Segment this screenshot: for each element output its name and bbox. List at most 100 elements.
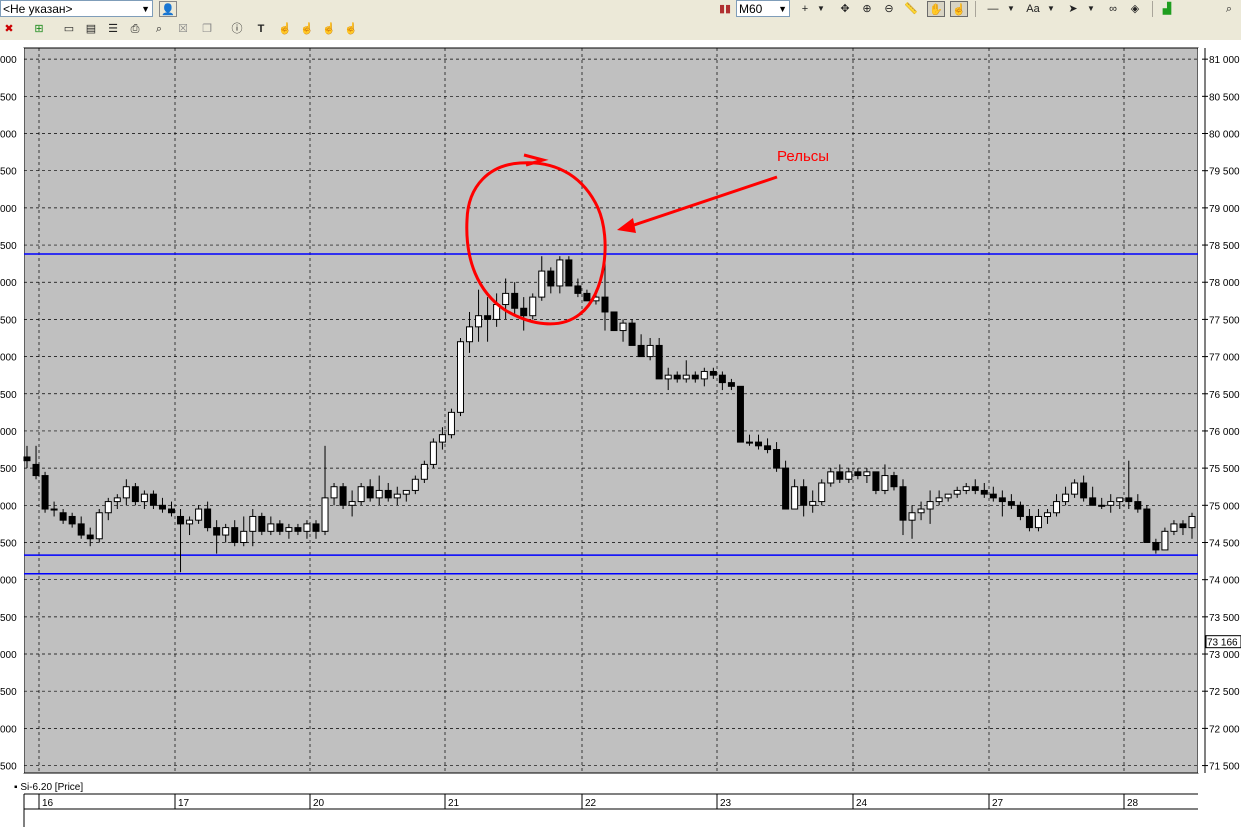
ruler-icon[interactable]: 📏 <box>902 1 920 17</box>
hand-icon[interactable]: ☝ <box>298 21 316 37</box>
timeframe-select[interactable]: M60 ▼ <box>736 0 790 17</box>
candle-body <box>411 478 419 491</box>
candle-body <box>384 489 392 499</box>
y-tick-label: 76 500 <box>1209 390 1240 401</box>
indicator-icon[interactable]: ▟ <box>1158 1 1176 17</box>
y-tick-label: 71 500 <box>1209 762 1240 773</box>
hand-icon[interactable]: ☝ <box>276 21 294 37</box>
user-icon[interactable]: 👤 <box>159 1 177 17</box>
chart-window: 81 000 000 80 500 500 80 000 000 79 500 500 79 0… <box>0 40 1241 827</box>
chart-legend: ▪ Si-6.20 [Price] <box>14 782 83 793</box>
candle-body <box>104 501 112 514</box>
x-tick-label: 27 <box>992 798 1004 809</box>
candle-body <box>357 486 365 503</box>
left-y-tick-label: 000 <box>0 724 17 735</box>
chevron-down-icon[interactable]: ▼ <box>1042 1 1060 17</box>
hand-icon[interactable]: ☝ <box>342 21 360 37</box>
candle-body <box>1116 497 1124 503</box>
left-y-tick-label: 000 <box>0 55 17 66</box>
search-icon[interactable]: ⌕ <box>1220 1 1238 17</box>
move-icon[interactable]: ✥ <box>836 1 854 17</box>
left-axis-strip <box>0 48 24 773</box>
link-icon[interactable]: ∞ <box>1104 1 1122 17</box>
candle-body <box>953 489 961 495</box>
chevron-down-icon[interactable]: ▼ <box>141 1 150 18</box>
y-tick-label: 73 000 <box>1209 650 1240 661</box>
chart-icon[interactable]: ▮▮ <box>716 1 734 17</box>
hand-icon[interactable]: ☝ <box>320 21 338 37</box>
candle-body <box>745 441 753 444</box>
chevron-down-icon[interactable]: ▼ <box>778 1 787 18</box>
price-readout: 73 166 <box>1207 638 1238 649</box>
zoom-out-icon[interactable]: ⊖ <box>880 1 898 17</box>
candle-body <box>429 441 437 465</box>
close-icon[interactable]: ✖ <box>0 21 18 37</box>
candle-body <box>809 501 817 506</box>
candle-body <box>140 493 148 503</box>
left-y-tick-label: 000 <box>0 204 17 215</box>
candle-body <box>447 411 455 436</box>
left-y-tick-label: 000 <box>0 353 17 364</box>
print-icon[interactable]: ⎙ <box>126 21 144 37</box>
left-y-tick-label: 500 <box>0 613 17 624</box>
candle-body <box>718 374 726 384</box>
candle-body <box>583 292 591 302</box>
candle-body <box>32 463 40 477</box>
left-y-tick-label: 000 <box>0 130 17 141</box>
y-tick-label: 73 500 <box>1209 613 1240 624</box>
y-tick-label: 75 500 <box>1209 464 1240 475</box>
y-tick-label: 79 000 <box>1209 204 1240 215</box>
candle-body <box>845 471 853 480</box>
candle-body <box>258 515 266 532</box>
line-tool-icon[interactable]: — <box>984 1 1002 17</box>
hand-select-icon[interactable]: ☝ <box>950 1 968 17</box>
y-tick-label: 72 000 <box>1209 724 1240 735</box>
remove-icon[interactable]: ☒ <box>174 21 192 37</box>
info-icon[interactable]: ⓘ <box>228 21 246 37</box>
candle-body <box>375 489 383 499</box>
candle-body <box>149 493 157 506</box>
candle-body <box>502 292 510 306</box>
account-select[interactable]: <Не указан> ▼ <box>0 0 153 17</box>
left-y-tick-label: 000 <box>0 576 17 587</box>
candle-body <box>1170 523 1178 532</box>
arrow-tool-icon[interactable]: ➤ <box>1064 1 1082 17</box>
table-icon[interactable]: ☰ <box>104 21 122 37</box>
candle-body <box>484 315 492 320</box>
left-y-tick-label: 000 <box>0 501 17 512</box>
add-icon[interactable]: ⊞ <box>30 21 48 37</box>
text-tool-icon[interactable]: Aa <box>1024 1 1042 17</box>
candle-body <box>1007 501 1015 506</box>
candle-body <box>881 475 889 491</box>
chevron-down-icon[interactable]: ▼ <box>1002 1 1020 17</box>
candle-body <box>77 523 85 536</box>
candle-body <box>565 259 573 287</box>
candle-body <box>1143 508 1151 543</box>
left-y-tick-label: 500 <box>0 390 17 401</box>
candle-body <box>475 315 483 328</box>
find-icon[interactable]: ⌕ <box>150 21 168 37</box>
chart-window-icon[interactable]: ▤ <box>82 21 100 37</box>
y-tick-label: 79 500 <box>1209 167 1240 178</box>
chevron-down-icon[interactable]: ▼ <box>1082 1 1100 17</box>
copy-icon[interactable]: ❐ <box>198 21 216 37</box>
zoom-in-icon[interactable]: ⊕ <box>858 1 876 17</box>
left-y-tick-label: 500 <box>0 538 17 549</box>
candle-body <box>854 471 862 477</box>
text-icon[interactable]: T <box>252 21 270 37</box>
candle-body <box>1161 530 1169 551</box>
hand-icon[interactable]: ✋ <box>927 1 945 17</box>
candle-body <box>926 501 934 510</box>
candle-body <box>294 527 302 532</box>
chevron-down-icon[interactable]: ▼ <box>812 1 830 17</box>
layers-icon[interactable]: ◈ <box>1126 1 1144 17</box>
left-y-tick-label: 500 <box>0 687 17 698</box>
candle-body <box>998 497 1006 503</box>
price-chart[interactable]: 81 000 000 80 500 500 80 000 000 79 500 500 79 0… <box>0 40 1241 827</box>
window-icon[interactable]: ▭ <box>60 21 78 37</box>
y-tick-label: 78 000 <box>1209 278 1240 289</box>
candle-body <box>989 493 997 499</box>
candle-body <box>285 527 293 532</box>
x-tick-label: 28 <box>1127 798 1139 809</box>
timeframe-select-value: M60 <box>739 2 763 16</box>
